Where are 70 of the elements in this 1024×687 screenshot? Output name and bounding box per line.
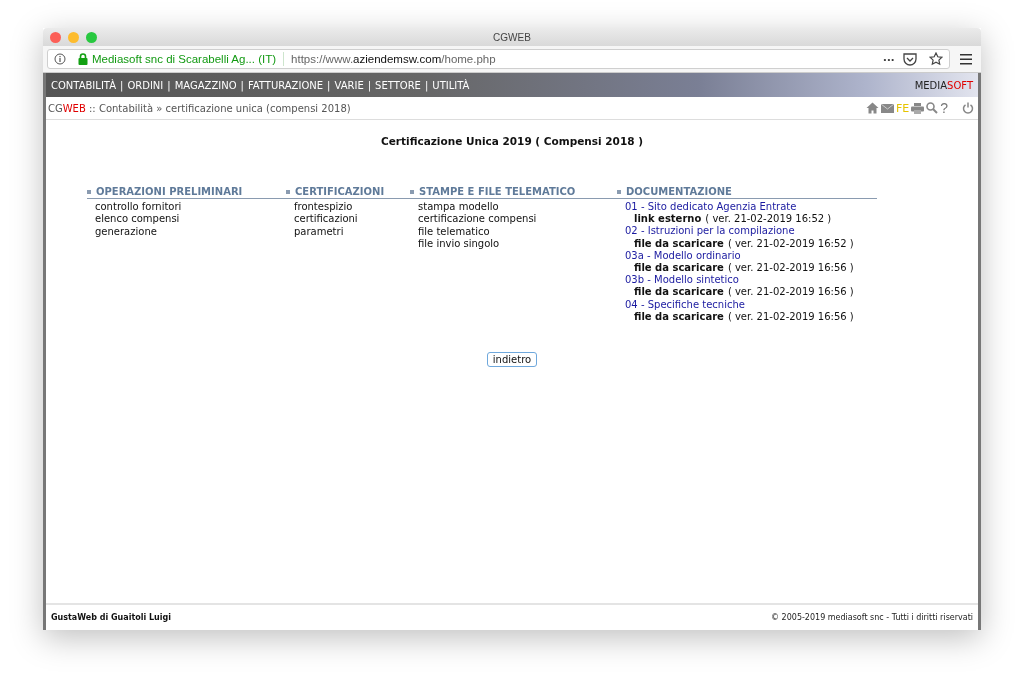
site-identity: Mediasoft snc di Scarabelli Ag... (IT)	[92, 53, 277, 65]
home-icon[interactable]	[865, 102, 879, 114]
document-link[interactable]: 01 - Sito dedicato Agenzia Entrate	[625, 201, 877, 214]
menu-link[interactable]: elenco compensi	[95, 213, 286, 226]
lock-icon	[78, 53, 88, 65]
section-heading: DOCUMENTAZIONE	[626, 186, 732, 197]
address-field[interactable]: Mediasoft snc di Scarabelli Ag... (IT) https://www.aziendemsw.com/home.php •••	[47, 49, 950, 69]
menu-link[interactable]: frontespizio	[294, 201, 410, 214]
brand-logo: MEDIASOFT	[914, 79, 973, 91]
menu-link[interactable]: certificazione compensi	[418, 213, 617, 226]
section-heading: STAMPE E FILE TELEMATICO	[419, 186, 576, 197]
back-button[interactable]: indietro	[486, 352, 538, 368]
document-version: ( ver. 21-02-2019 16:52 )	[727, 237, 854, 249]
menu-link[interactable]: file invio singolo	[418, 237, 617, 251]
document-type: file da scaricare	[634, 310, 724, 322]
menu-item[interactable]: UTILITÀ	[432, 79, 470, 91]
menu-item[interactable]: ORDINI	[127, 79, 164, 91]
document-link[interactable]: 03b - Modello sintetico	[625, 274, 877, 287]
menu-separator: |	[367, 79, 372, 91]
footer-credit: GustaWeb di Guaitoli Luigi	[51, 613, 171, 622]
help-button[interactable]: ?	[940, 101, 948, 115]
menu-item[interactable]: MAGAZZINO	[174, 79, 237, 91]
document-link[interactable]: 03a - Modello ordinario	[625, 249, 877, 262]
menu-link[interactable]: certificazioni	[294, 213, 410, 226]
close-button[interactable]	[50, 31, 61, 43]
menu-item[interactable]: VARIE	[334, 79, 364, 91]
menu-separator: |	[240, 79, 244, 91]
star-icon[interactable]	[929, 52, 943, 66]
pocket-icon[interactable]	[903, 52, 917, 66]
search-icon[interactable]	[926, 102, 939, 114]
menu-item[interactable]: FATTURAZIONE	[247, 79, 324, 91]
menu-link[interactable]: stampa modello	[418, 201, 617, 214]
section-heading: CERTIFICAZIONI	[295, 186, 385, 197]
more-button[interactable]: •••	[879, 54, 899, 64]
power-icon[interactable]	[962, 102, 974, 114]
menu-separator: |	[120, 79, 124, 91]
bullet-icon	[410, 189, 414, 194]
document-type: file da scaricare	[634, 262, 724, 273]
menu-link[interactable]: parametri	[294, 225, 410, 238]
menu-icon[interactable]	[960, 53, 972, 65]
menu-item[interactable]: SETTORE	[375, 79, 421, 91]
menu-link[interactable]: generazione	[95, 225, 286, 238]
document-type: file da scaricare	[634, 237, 724, 249]
breadcrumb: CGWEB :: Contabilità » certificazione unica (compensi 2018)	[48, 102, 351, 114]
menu-separator: |	[327, 79, 331, 91]
bullet-icon	[87, 189, 91, 194]
document-link[interactable]: 02 - Istruzioni per la compilazione	[625, 225, 877, 238]
document-version: ( ver. 21-02-2019 16:56 )	[727, 310, 854, 322]
menu-link[interactable]: controllo fornitori	[95, 201, 286, 214]
zoom-button[interactable]	[86, 31, 97, 43]
document-version: ( ver. 21-02-2019 16:56 )	[727, 286, 854, 298]
document-link[interactable]: 04 - Specifiche tecniche	[625, 298, 877, 311]
window-title: CGWEB	[492, 31, 532, 43]
document-type: file da scaricare	[634, 286, 724, 298]
menu-item[interactable]: CONTABILITÀ	[51, 79, 116, 91]
bullet-icon	[617, 189, 621, 194]
menu-separator: |	[424, 79, 429, 91]
menu-separator: |	[167, 79, 171, 91]
menu-link[interactable]: file telematico	[418, 225, 617, 238]
url-text: https://www.aziendemsw.com/home.php	[291, 53, 496, 65]
mail-icon[interactable]	[880, 103, 894, 113]
bullet-icon	[286, 189, 290, 194]
document-type: link esterno	[634, 213, 702, 225]
copyright-text: © 2005-2019 mediasoft snc - Tutti i diritti riservati	[771, 613, 973, 622]
section-heading: OPERAZIONI PRELIMINARI	[96, 186, 243, 197]
document-version: ( ver. 21-02-2019 16:52 )	[705, 213, 832, 225]
page-title: Certificazione Unica 2019 ( Compensi 2018 )	[380, 135, 644, 147]
print-icon[interactable]	[911, 102, 925, 114]
document-version: ( ver. 21-02-2019 16:56 )	[727, 262, 854, 273]
info-icon[interactable]	[54, 53, 66, 65]
